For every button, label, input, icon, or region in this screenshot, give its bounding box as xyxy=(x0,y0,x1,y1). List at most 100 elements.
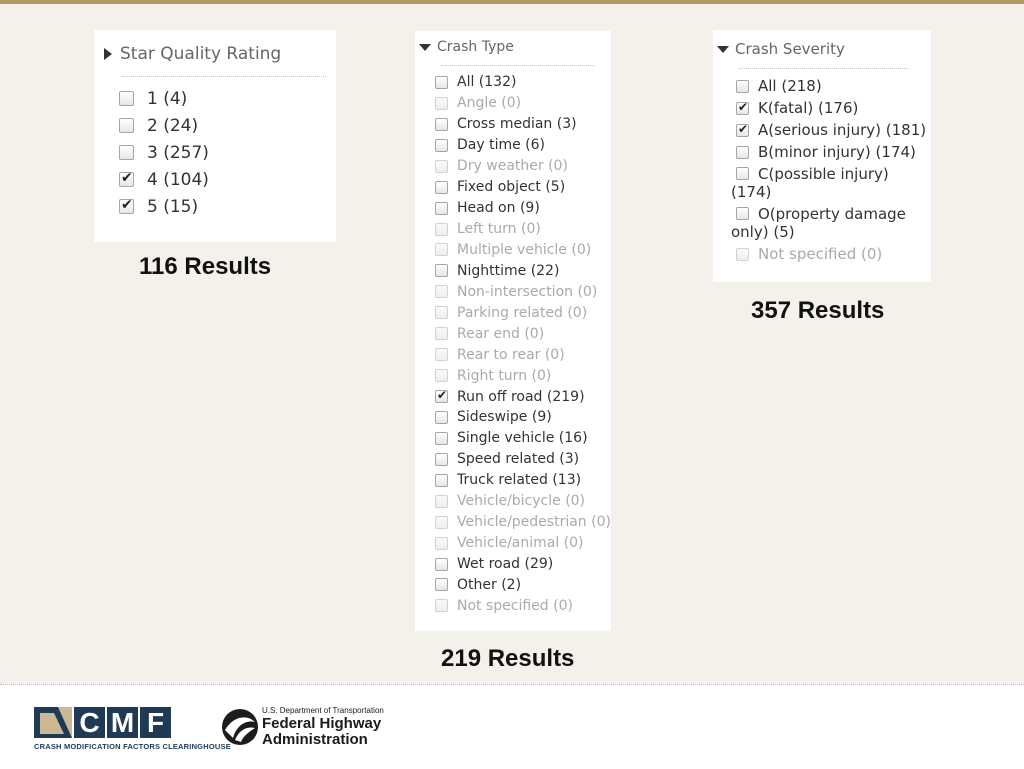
filter-option[interactable]: Fixed object (5) xyxy=(419,177,607,198)
caret-down-icon xyxy=(717,45,729,53)
checkbox-unchecked[interactable] xyxy=(435,410,448,424)
option-label: Non-intersection (0) xyxy=(457,283,598,300)
filter-option[interactable]: C(possible injury) (174) xyxy=(717,163,927,203)
filter-option[interactable]: Cross median (3) xyxy=(419,114,607,135)
crash-type-panel: Crash Type All (132) Angle (0) Cross media… xyxy=(415,31,611,631)
checkbox-checked[interactable] xyxy=(736,122,749,137)
option-label: Vehicle/animal (0) xyxy=(457,535,584,552)
crash-severity-options: All (218) K(fatal) (176) A(serious injury)… xyxy=(717,75,927,265)
cmf-logo: C M F CRASH MODIFICATION FACTORS CLEARIN… xyxy=(34,707,231,751)
filter-option[interactable]: 2 (24) xyxy=(104,112,328,139)
checkbox-unchecked[interactable] xyxy=(435,557,448,571)
filter-option[interactable]: Wet road (29) xyxy=(419,554,607,575)
checkbox-unchecked[interactable] xyxy=(736,79,749,93)
top-accent-line xyxy=(0,0,1024,4)
panel-title: Crash Severity xyxy=(735,40,845,58)
option-label: Cross median (3) xyxy=(457,116,577,133)
checkbox-unchecked[interactable] xyxy=(736,207,749,220)
checkbox-checked[interactable] xyxy=(119,170,134,187)
filter-option[interactable]: Day time (6) xyxy=(419,135,607,156)
checkbox-unchecked[interactable] xyxy=(736,167,749,180)
checkbox-unchecked[interactable] xyxy=(435,578,448,592)
filter-option[interactable]: O(property damage only) (5) xyxy=(717,203,927,243)
filter-option[interactable]: Speed related (3) xyxy=(419,449,607,470)
checkbox-unchecked xyxy=(435,494,448,508)
checkbox-unchecked[interactable] xyxy=(435,473,448,487)
checkbox-unchecked[interactable] xyxy=(435,117,448,131)
checkbox-unchecked[interactable] xyxy=(435,201,448,215)
checkbox-checked[interactable] xyxy=(736,100,749,115)
filter-option[interactable]: B(minor injury) (174) xyxy=(717,141,927,163)
checkbox-unchecked[interactable] xyxy=(736,145,749,159)
filter-option[interactable]: Run off road (219) xyxy=(419,386,607,407)
checkbox-unchecked[interactable] xyxy=(435,75,448,89)
filter-option[interactable]: 1 (4) xyxy=(104,85,328,112)
option-label: Run off road (219) xyxy=(457,388,585,405)
checkbox-unchecked xyxy=(435,515,448,529)
filter-option[interactable]: Single vehicle (16) xyxy=(419,428,607,449)
checkbox-unchecked[interactable] xyxy=(119,145,134,160)
checkbox-unchecked xyxy=(435,222,448,236)
crash-type-header[interactable]: Crash Type xyxy=(419,38,607,56)
checkbox-unchecked xyxy=(435,306,448,320)
checkbox-unchecked[interactable] xyxy=(435,431,448,445)
filter-option[interactable]: All (132) xyxy=(419,72,607,93)
option-label: Single vehicle (16) xyxy=(457,430,588,447)
checkbox-unchecked[interactable] xyxy=(119,118,134,133)
crash-severity-header[interactable]: Crash Severity xyxy=(717,39,927,59)
checkbox-unchecked xyxy=(435,536,448,550)
option-label: Vehicle/pedestrian (0) xyxy=(457,514,611,531)
checkbox-unchecked xyxy=(435,159,448,173)
filter-option[interactable]: Other (2) xyxy=(419,575,607,596)
header-divider xyxy=(739,68,909,69)
checkbox-unchecked xyxy=(435,243,448,257)
filter-option[interactable]: Nighttime (22) xyxy=(419,260,607,281)
option-label: 3 (257) xyxy=(147,142,209,163)
option-label: Nighttime (22) xyxy=(457,262,560,279)
option-label: Rear to rear (0) xyxy=(457,346,565,363)
filter-option: Dry weather (0) xyxy=(419,156,607,177)
filter-option: Left turn (0) xyxy=(419,219,607,240)
checkbox-unchecked[interactable] xyxy=(435,264,448,278)
filter-option[interactable]: K(fatal) (176) xyxy=(717,97,927,119)
option-label: Vehicle/bicycle (0) xyxy=(457,493,586,510)
option-label: Other (2) xyxy=(457,576,522,593)
cmf-letter: M xyxy=(107,707,138,738)
option-label: Angle (0) xyxy=(457,95,522,112)
filter-option: Vehicle/bicycle (0) xyxy=(419,491,607,512)
fhwa-name-line1: Federal Highway xyxy=(262,715,382,732)
checkbox-unchecked[interactable] xyxy=(435,138,448,152)
filter-option[interactable]: Truck related (13) xyxy=(419,470,607,491)
cmf-letter: C xyxy=(74,707,105,738)
option-label: 2 (24) xyxy=(147,115,199,136)
filter-option[interactable]: Sideswipe (9) xyxy=(419,407,607,428)
cmf-tagline: CRASH MODIFICATION FACTORS CLEARINGHOUSE xyxy=(34,742,231,751)
option-label: Day time (6) xyxy=(457,137,546,154)
star-results-count: 116 Results xyxy=(139,253,272,280)
filter-option[interactable]: 4 (104) xyxy=(104,166,328,193)
checkbox-unchecked[interactable] xyxy=(435,180,448,194)
checkbox-unchecked[interactable] xyxy=(435,452,448,466)
option-label: Parking related (0) xyxy=(457,304,588,321)
checkbox-unchecked[interactable] xyxy=(119,91,134,106)
filter-option[interactable]: Head on (9) xyxy=(419,198,607,219)
filter-option: Non-intersection (0) xyxy=(419,281,607,302)
option-label: 1 (4) xyxy=(147,88,188,109)
star-quality-rating-header[interactable]: Star Quality Rating xyxy=(104,42,328,66)
checkbox-unchecked xyxy=(736,247,749,261)
option-label: Wet road (29) xyxy=(457,556,554,573)
panel-title: Star Quality Rating xyxy=(120,44,282,64)
filter-option: Multiple vehicle (0) xyxy=(419,240,607,261)
filter-option[interactable]: 3 (257) xyxy=(104,139,328,166)
option-label: All (218) xyxy=(758,77,822,95)
cmf-emblem-icon xyxy=(34,707,72,738)
filter-option[interactable]: A(serious injury) (181) xyxy=(717,119,927,141)
filter-option: Right turn (0) xyxy=(419,365,607,386)
filter-option[interactable]: 5 (15) xyxy=(104,193,328,220)
option-label: Not specified (0) xyxy=(758,245,883,263)
checkbox-checked[interactable] xyxy=(435,388,448,404)
filter-option[interactable]: All (218) xyxy=(717,75,927,97)
checkbox-checked[interactable] xyxy=(119,197,134,214)
option-label: Multiple vehicle (0) xyxy=(457,241,592,258)
option-label: Not specified (0) xyxy=(457,597,573,614)
